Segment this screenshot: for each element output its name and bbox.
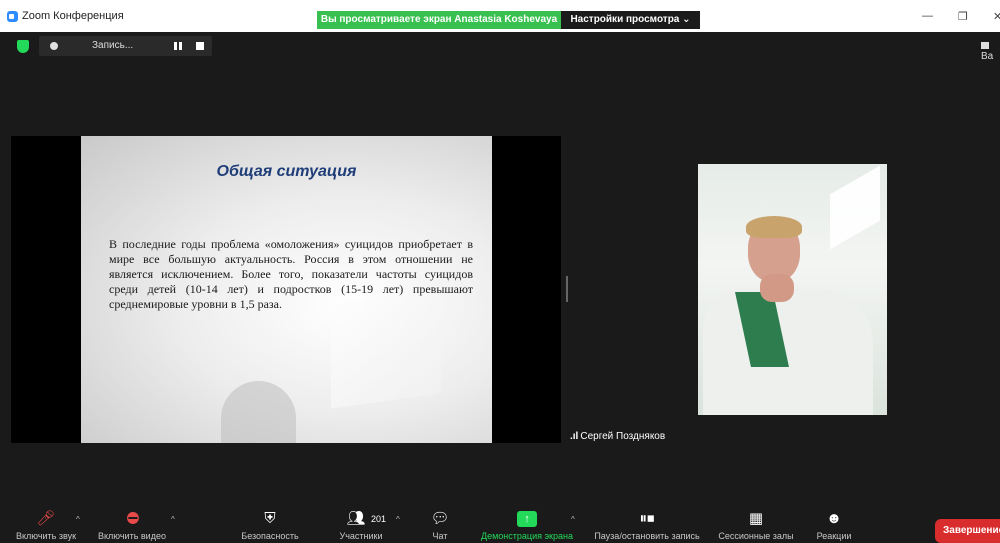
- unmute-label: Включить звук: [15, 531, 77, 541]
- participants-button[interactable]: 👥︎ 201 ^ Участники: [326, 507, 400, 543]
- slide-background-figure: [221, 381, 296, 443]
- slide-title: Общая ситуация: [216, 163, 357, 180]
- participant-name-tag: .ıl Сергей Поздняков: [570, 431, 665, 442]
- window-titlebar: Zoom Конференция Вы просматриваете экран…: [0, 0, 1000, 32]
- video-person-body: [703, 289, 873, 415]
- stop-recording-icon[interactable]: [196, 42, 204, 50]
- video-person-hair: [746, 216, 802, 238]
- participants-label: Участники: [339, 531, 383, 541]
- meeting-area: Запись... Ва Общая ситуация В последние …: [0, 32, 1000, 507]
- recording-label: Запись...: [92, 40, 134, 51]
- minimize-icon[interactable]: —: [922, 10, 933, 22]
- view-button[interactable]: Ва: [981, 40, 1000, 62]
- pause-stop-recording-button[interactable]: ⏸⏹ Пауза/остановить запись: [588, 507, 706, 543]
- security-label: Безопасность: [241, 531, 299, 541]
- video-window-light: [830, 165, 880, 250]
- participant-name: Сергей Поздняков: [580, 431, 666, 442]
- presentation-slide: Общая ситуация В последние годы проблема…: [81, 136, 492, 443]
- slide-body-text: В последние годы проблема «омоложения» с…: [109, 237, 473, 311]
- share-caret-icon[interactable]: ^: [571, 515, 575, 524]
- zoom-logo-icon: [7, 11, 18, 22]
- split-view-handle[interactable]: [566, 276, 568, 302]
- pause-recording-icon[interactable]: [174, 42, 182, 50]
- restore-icon[interactable]: ❐: [958, 10, 968, 23]
- video-off-icon: ⛔︎: [126, 510, 140, 527]
- grid-view-icon: [981, 41, 989, 49]
- chat-label: Чат: [432, 531, 448, 541]
- reactions-button[interactable]: ☻ Реакции: [808, 507, 860, 543]
- audio-options-caret-icon[interactable]: ^: [76, 515, 80, 524]
- signal-bars-icon: .ıl: [570, 431, 579, 442]
- video-options-caret-icon[interactable]: ^: [171, 515, 175, 524]
- view-options-button[interactable]: Настройки просмотра ⌄: [561, 11, 700, 29]
- recording-bar: Запись...: [39, 36, 212, 56]
- close-icon[interactable]: ✕: [993, 10, 1000, 23]
- meeting-toolbar: 🎤︎ ^ Включить звук ⛔︎ ^ Включить видео ⛨…: [0, 507, 1000, 543]
- participants-caret-icon[interactable]: ^: [396, 515, 400, 524]
- view-label: Ва: [981, 51, 994, 62]
- screen-share-banner: Вы просматриваете экран Anastasia Koshev…: [317, 11, 561, 29]
- reactions-label: Реакции: [816, 531, 852, 541]
- mic-muted-icon: 🎤︎: [36, 510, 56, 527]
- pause-stop-recording-label: Пауза/остановить запись: [594, 531, 700, 541]
- shared-screen: Общая ситуация В последние годы проблема…: [11, 136, 561, 443]
- participants-count: 201: [371, 514, 387, 524]
- reactions-icon: ☻: [826, 510, 842, 527]
- encryption-shield-icon[interactable]: [17, 40, 29, 53]
- recording-dot-icon: [50, 42, 58, 50]
- app-title: Zoom Конференция: [22, 10, 124, 22]
- chat-button[interactable]: 💬︎ Чат: [421, 507, 459, 543]
- breakout-rooms-button[interactable]: ▦ Сессионные залы: [714, 507, 798, 543]
- start-video-button[interactable]: ⛔︎ ^ Включить видео: [91, 507, 175, 543]
- participant-video[interactable]: [698, 164, 887, 415]
- video-person-hand: [760, 274, 794, 302]
- share-screen-button[interactable]: ↑ ^ Демонстрация экрана: [477, 507, 577, 543]
- share-screen-label: Демонстрация экрана: [481, 531, 573, 541]
- end-meeting-button[interactable]: Завершение: [935, 519, 1000, 543]
- breakout-rooms-icon: ▦: [748, 510, 764, 527]
- chat-icon: 💬︎: [430, 510, 450, 527]
- share-screen-icon: ↑: [517, 511, 537, 527]
- security-button[interactable]: ⛨ Безопасность: [232, 507, 308, 543]
- participants-icon: 👥︎: [346, 510, 366, 527]
- shield-icon: ⛨: [264, 510, 276, 527]
- start-video-label: Включить видео: [98, 531, 166, 541]
- record-control-icon: ⏸⏹: [639, 510, 655, 527]
- breakout-rooms-label: Сессионные залы: [718, 531, 794, 541]
- unmute-button[interactable]: 🎤︎ ^ Включить звук: [8, 507, 84, 543]
